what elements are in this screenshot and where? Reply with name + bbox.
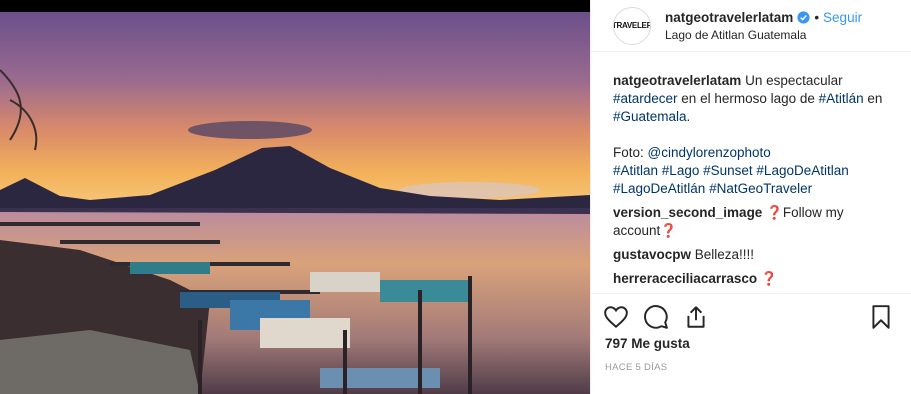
instagram-post: TRAVELER natgeotravelerlatam • Seguir La… — [0, 0, 911, 394]
separator-dot: • — [814, 9, 820, 25]
list-item: gustavocpw Belleza!!!! — [613, 246, 897, 264]
comment-text: Belleza!!!! — [691, 247, 755, 262]
location-link[interactable]: Lago de Atitlan Guatemala — [665, 28, 862, 42]
post-timestamp[interactable]: HACE 5 DÍAS — [605, 362, 667, 373]
comment-username[interactable]: herreraceciliacarrasco — [613, 271, 757, 286]
avatar-logo: TRAVELER — [613, 20, 651, 30]
hashtag-link[interactable]: #LagoDeAtitlán — [613, 181, 705, 196]
comment-text: ❓ — [757, 271, 778, 286]
verified-badge-icon — [797, 10, 810, 24]
avatar[interactable]: TRAVELER — [613, 6, 651, 45]
hashtag-link[interactable]: #Atitlán — [819, 91, 864, 106]
heart-icon[interactable] — [603, 304, 629, 330]
follow-button[interactable]: Seguir — [823, 10, 862, 25]
post-header: TRAVELER natgeotravelerlatam • Seguir La… — [591, 0, 911, 52]
header-row: natgeotravelerlatam • Seguir — [665, 10, 862, 25]
post-side-panel: TRAVELER natgeotravelerlatam • Seguir La… — [590, 0, 911, 394]
hashtag-link[interactable]: #Sunset — [703, 163, 753, 178]
post-photo[interactable] — [0, 0, 590, 394]
likes-count[interactable]: 797 Me gusta — [605, 336, 690, 351]
share-icon[interactable] — [683, 304, 709, 330]
caption: natgeotravelerlatam Un espectacular #ata… — [613, 72, 897, 198]
username-link[interactable]: natgeotravelerlatam — [665, 10, 793, 25]
hashtag-link[interactable]: #Atitlan — [613, 163, 658, 178]
list-item: herreraceciliacarrasco ❓ — [613, 270, 897, 288]
caption-text: . — [686, 109, 691, 124]
sunset-lake-image — [0, 0, 590, 394]
hashtag-link[interactable]: #Lago — [662, 163, 700, 178]
bookmark-icon[interactable] — [868, 304, 894, 330]
comment-icon[interactable] — [643, 304, 669, 330]
list-item: version_second_image ❓Follow my account❓ — [613, 204, 897, 240]
comment-username[interactable]: gustavocpw — [613, 247, 691, 262]
caption-username[interactable]: natgeotravelerlatam — [613, 73, 741, 88]
hashtag-link[interactable]: #atardecer — [613, 91, 678, 106]
action-bar — [591, 293, 911, 342]
photo-credit-label: Foto: — [613, 145, 648, 160]
caption-text: en el hermoso lago de — [677, 91, 819, 106]
hashtag-link[interactable]: #LagoDeAtitlan — [756, 163, 848, 178]
comment-username[interactable]: version_second_image — [613, 205, 762, 220]
comments-list[interactable]: natgeotravelerlatam Un espectacular #ata… — [613, 72, 897, 293]
mention-link[interactable]: @cindylorenzophoto — [648, 145, 771, 160]
caption-text: en — [863, 91, 883, 106]
caption-text: Un espectacular — [741, 73, 843, 88]
header-text: natgeotravelerlatam • Seguir Lago de Ati… — [665, 10, 862, 42]
hashtag-link[interactable]: #NatGeoTraveler — [709, 181, 812, 196]
hashtag-link[interactable]: #Guatemala — [613, 109, 687, 124]
